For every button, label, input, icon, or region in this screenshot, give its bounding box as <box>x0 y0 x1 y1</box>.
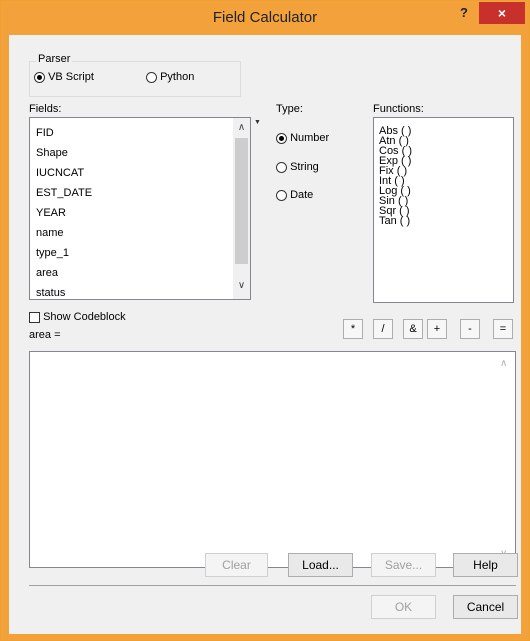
show-codeblock-label: Show Codeblock <box>43 311 126 323</box>
equals-button[interactable]: = <box>493 319 513 339</box>
checkbox-icon[interactable] <box>29 311 40 323</box>
add-button[interactable]: + <box>427 319 447 339</box>
help-button[interactable]: Help <box>453 553 518 577</box>
clear-button[interactable]: Clear <box>205 553 268 577</box>
type-option-number[interactable]: Number <box>276 132 329 144</box>
radio-date-icon[interactable] <box>276 189 287 201</box>
radio-python-icon[interactable] <box>146 71 157 83</box>
fields-menu-arrow-icon[interactable]: ▼ <box>254 119 261 126</box>
parser-label: Parser <box>36 53 73 65</box>
list-item[interactable]: area <box>36 267 58 279</box>
save-button[interactable]: Save... <box>371 553 436 577</box>
radio-string-icon[interactable] <box>276 161 287 173</box>
concat-button[interactable]: & <box>403 319 423 339</box>
multiply-button[interactable]: * <box>343 319 363 339</box>
python-label: Python <box>160 71 195 83</box>
expression-label: area = <box>29 329 61 341</box>
subtract-button[interactable]: - <box>460 319 480 339</box>
list-item[interactable]: Shape <box>36 147 68 159</box>
help-icon[interactable]: ? <box>453 5 475 23</box>
list-item[interactable]: Tan ( ) <box>379 216 513 227</box>
scrollbar-thumb[interactable] <box>235 138 248 264</box>
list-item[interactable]: name <box>36 227 64 239</box>
scroll-down-icon[interactable]: ∨ <box>233 280 250 291</box>
parser-option-vbscript[interactable]: VB Script <box>34 71 94 83</box>
ok-button[interactable]: OK <box>371 595 436 619</box>
load-button[interactable]: Load... <box>288 553 353 577</box>
close-icon[interactable]: × <box>479 2 525 24</box>
type-option-date[interactable]: Date <box>276 189 313 201</box>
string-label: String <box>290 161 319 173</box>
list-item[interactable]: YEAR <box>36 207 66 219</box>
type-option-string[interactable]: String <box>276 161 319 173</box>
scroll-up-icon[interactable]: ∧ <box>233 122 250 133</box>
separator <box>29 585 516 586</box>
dialog-body: Parser VB Script Python Fields: FID Shap… <box>9 35 521 634</box>
window-title: Field Calculator <box>212 9 318 26</box>
field-calculator-window: Field Calculator ? × Parser VB Script Py… <box>0 0 530 641</box>
type-label: Type: <box>276 103 303 115</box>
show-codeblock-checkbox[interactable]: Show Codeblock <box>29 311 126 323</box>
title-bar[interactable]: Field Calculator ? × <box>1 1 529 35</box>
functions-listbox[interactable]: Abs ( ) Atn ( ) Cos ( ) Exp ( ) Fix ( ) … <box>373 117 514 303</box>
divide-button[interactable]: / <box>373 319 393 339</box>
list-item[interactable]: IUCNCAT <box>36 167 84 179</box>
list-item[interactable]: status <box>36 287 65 299</box>
vbscript-label: VB Script <box>48 71 94 83</box>
functions-label: Functions: <box>373 103 424 115</box>
list-item[interactable]: type_1 <box>36 247 69 259</box>
radio-number-icon[interactable] <box>276 132 287 144</box>
fields-scrollbar[interactable]: ∧ ∨ <box>233 118 250 299</box>
scroll-up-icon[interactable]: ∧ <box>500 358 507 369</box>
fields-label: Fields: <box>29 103 62 115</box>
parser-option-python[interactable]: Python <box>146 71 194 83</box>
expression-textarea[interactable]: ∧ ∨ <box>29 351 516 568</box>
list-item[interactable]: FID <box>36 127 54 139</box>
radio-vbscript-icon[interactable] <box>34 71 45 83</box>
cancel-button[interactable]: Cancel <box>453 595 518 619</box>
fields-listbox[interactable]: FID Shape IUCNCAT EST_DATE YEAR name typ… <box>29 117 251 300</box>
date-label: Date <box>290 189 314 201</box>
number-label: Number <box>290 132 330 144</box>
list-item[interactable]: EST_DATE <box>36 187 92 199</box>
